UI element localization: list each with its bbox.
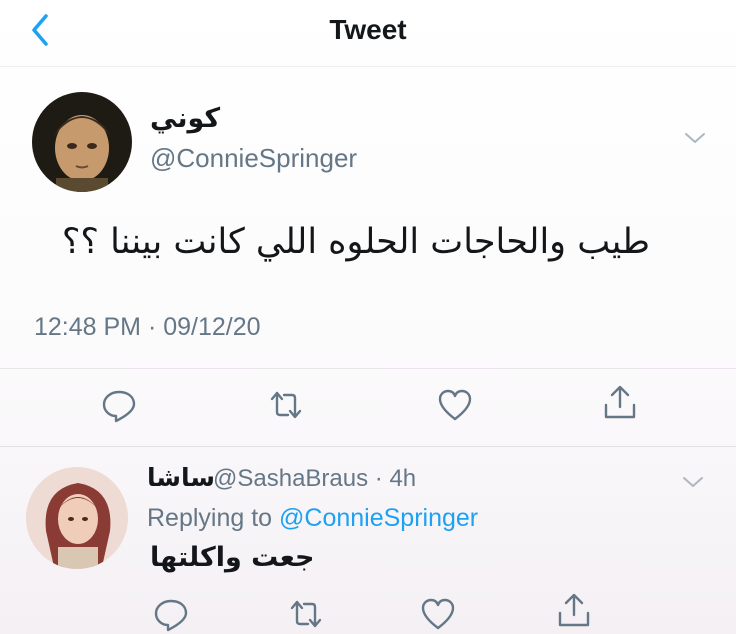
- author-display-name[interactable]: كوني: [150, 103, 220, 134]
- reply-text: جعت واكلتها: [150, 542, 315, 573]
- share-icon[interactable]: [554, 591, 594, 631]
- like-heart-icon[interactable]: [418, 594, 458, 634]
- chevron-down-icon[interactable]: [683, 130, 707, 146]
- reply-handle-time[interactable]: @SashaBraus · 4h: [213, 465, 416, 493]
- reply-author-avatar[interactable]: [26, 467, 128, 569]
- divider: [0, 446, 736, 447]
- reply-icon[interactable]: [99, 385, 139, 425]
- reply-display-name[interactable]: ساشا: [147, 463, 215, 493]
- chevron-down-icon[interactable]: [681, 474, 705, 490]
- author-avatar[interactable]: [32, 92, 132, 192]
- author-handle[interactable]: @ConnieSpringer: [150, 143, 357, 174]
- retweet-icon[interactable]: [266, 385, 306, 425]
- top-bar: Tweet: [0, 0, 736, 67]
- divider: [0, 368, 736, 369]
- replying-mention-link[interactable]: @ConnieSpringer: [279, 504, 478, 532]
- reply-icon[interactable]: [151, 594, 191, 634]
- share-icon[interactable]: [600, 383, 640, 423]
- retweet-icon[interactable]: [286, 594, 326, 634]
- replying-prefix: Replying to: [147, 504, 280, 532]
- tweet-timestamp: 12:48 PM · 09/12/20: [34, 313, 261, 341]
- tweet-text: طيب والحاجات الحلوه اللي كانت بيننا ؟؟: [61, 222, 650, 262]
- page-title: Tweet: [329, 14, 407, 45]
- like-heart-icon[interactable]: [435, 385, 475, 425]
- replying-to: Replying to @ConnieSpringer: [147, 504, 478, 533]
